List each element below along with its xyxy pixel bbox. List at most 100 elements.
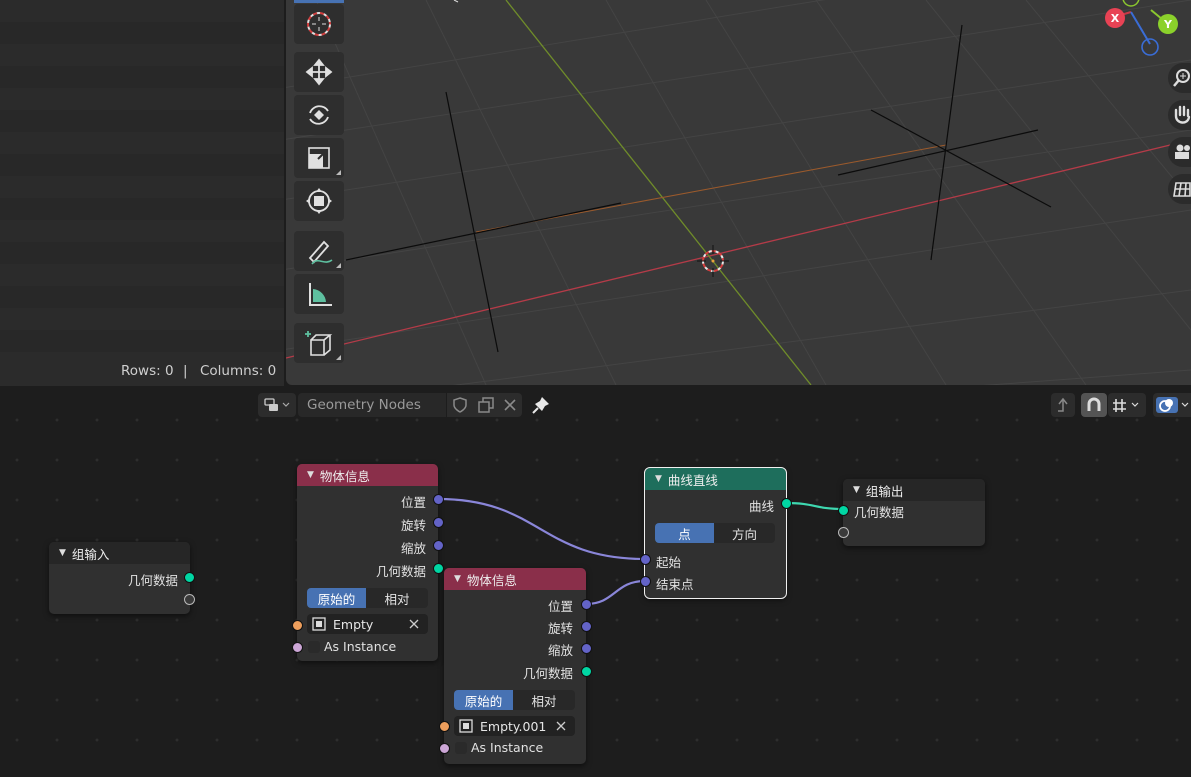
rotate-icon [309, 105, 329, 125]
clear-field-icon[interactable] [408, 618, 420, 630]
node-title: 组输入 [71, 546, 110, 562]
output-socket-scale[interactable] [433, 540, 444, 551]
mode-original-button[interactable]: 原始的 [454, 690, 513, 710]
camera-view-button[interactable] [1168, 137, 1191, 167]
node-group-input[interactable]: ▼ 组输入 几何数据 [49, 542, 195, 614]
camera-icon [1175, 144, 1190, 159]
object-field[interactable]: Empty [307, 614, 428, 634]
input-socket-object[interactable] [439, 721, 450, 732]
as-instance-label: As Instance [324, 639, 397, 654]
zoom-button[interactable] [1168, 63, 1191, 93]
status-separator: | [183, 363, 188, 379]
output-socket-curve[interactable] [781, 498, 792, 509]
socket-label-geometry: 几何数据 [522, 666, 573, 681]
socket-label-rotation: 旋转 [400, 518, 426, 533]
node-title: 曲线直线 [667, 472, 718, 488]
socket-label-geometry: 几何数据 [127, 573, 178, 588]
node-editor[interactable]: Geometry Nodes ▼ 组输入 几何数据 ▼ 物体信息 位置 旋转 缩… [0, 388, 1191, 777]
socket-label-location: 位置 [547, 599, 573, 614]
collapse-chevron-icon[interactable]: ▼ [454, 574, 461, 584]
socket-label-scale: 缩放 [400, 541, 426, 556]
output-socket-scale[interactable] [581, 643, 592, 654]
input-socket-object[interactable] [292, 620, 303, 631]
columns-count: Columns: 0 [200, 363, 277, 379]
collapse-chevron-icon[interactable]: ▼ [59, 548, 66, 558]
input-socket-geometry[interactable] [838, 505, 849, 516]
object-field[interactable]: Empty.001 [454, 716, 575, 736]
gizmo-x-button[interactable]: X [1105, 8, 1125, 28]
add-cube-icon [305, 331, 333, 356]
viewport-grid [286, 0, 1191, 385]
tool-move[interactable] [294, 52, 344, 92]
node-title: 物体信息 [466, 572, 517, 588]
y-axis-line [505, 0, 812, 385]
node-title: 物体信息 [319, 468, 370, 484]
mode-relative-button[interactable]: 相对 [366, 588, 428, 608]
transform-space-toggle: 原始的 相对 [307, 588, 428, 608]
as-instance-label: As Instance [471, 740, 544, 755]
tool-transform[interactable] [294, 181, 344, 221]
node-group-output[interactable]: ▼ 组输出 几何数据 [838, 479, 985, 546]
transform-icon [306, 188, 332, 214]
measure-icon [309, 283, 332, 306]
output-socket-location[interactable] [433, 494, 444, 505]
socket-label-location: 位置 [400, 495, 426, 510]
input-socket-as-instance[interactable] [292, 642, 303, 653]
output-socket-location[interactable] [581, 599, 592, 610]
output-socket-geometry[interactable] [433, 563, 444, 574]
socket-label-end: 结束点 [656, 577, 694, 592]
gizmo-y-button[interactable]: Y [1158, 14, 1178, 34]
object-icon [312, 617, 326, 631]
collapse-chevron-icon[interactable]: ▼ [853, 485, 860, 495]
node-object-info-1[interactable]: ▼ 物体信息 位置 旋转 缩放 几何数据 原始的 相对 Empty As Ins… [292, 464, 444, 661]
tool-annotate[interactable] [294, 231, 344, 271]
3d-viewport[interactable]: X Y [286, 0, 1191, 385]
tool-scale[interactable] [294, 138, 344, 178]
output-socket-geometry[interactable] [184, 572, 195, 583]
gizmo-x-label: X [1110, 11, 1120, 25]
cursor-icon [307, 12, 331, 36]
object-icon [459, 719, 473, 733]
hand-icon [1174, 105, 1191, 124]
mode-direction-button[interactable]: 方向 [714, 523, 775, 543]
collapse-chevron-icon[interactable]: ▼ [655, 474, 662, 484]
input-socket-start[interactable] [640, 554, 651, 565]
zoom-icon [1173, 69, 1190, 87]
as-instance-checkbox[interactable] [308, 641, 320, 653]
socket-label-curve: 曲线 [748, 499, 774, 514]
output-socket-geometry[interactable] [581, 666, 592, 677]
transform-space-toggle: 原始的 相对 [454, 690, 575, 710]
as-instance-checkbox[interactable] [455, 742, 467, 754]
socket-label-rotation: 旋转 [547, 621, 573, 636]
toggle-view-button[interactable] [1168, 174, 1191, 204]
output-socket-empty[interactable] [184, 594, 195, 605]
move-icon [305, 58, 333, 86]
rows-count: Rows: 0 [121, 363, 174, 379]
mode-points-button[interactable]: 点 [655, 523, 714, 543]
3d-cursor-icon [697, 245, 729, 277]
pan-button[interactable] [1168, 100, 1191, 130]
input-socket-empty[interactable] [838, 527, 849, 538]
clear-field-icon[interactable] [555, 720, 567, 732]
grid-icon [1173, 182, 1191, 197]
tool-cursor[interactable] [294, 4, 344, 44]
tool-add-cube[interactable] [294, 323, 344, 363]
mode-original-button[interactable]: 原始的 [307, 588, 366, 608]
tool-measure[interactable] [294, 274, 344, 314]
output-socket-rotation[interactable] [581, 621, 592, 632]
node-object-info-2[interactable]: ▼ 物体信息 位置 旋转 缩放 几何数据 原始的 相对 Empty.001 As… [439, 568, 592, 764]
mode-relative-button[interactable]: 相对 [513, 690, 575, 710]
gizmo-y-label: Y [1164, 17, 1172, 31]
socket-label-geometry: 几何数据 [375, 564, 426, 579]
output-socket-rotation[interactable] [433, 517, 444, 528]
socket-label-start: 起始 [656, 555, 682, 570]
node-title: 组输出 [865, 483, 904, 499]
input-socket-end[interactable] [640, 576, 651, 587]
node-curve-line[interactable]: ▼ 曲线直线 曲线 点 方向 起始 结束点 [640, 467, 792, 599]
input-socket-as-instance[interactable] [439, 743, 450, 754]
collapse-chevron-icon[interactable]: ▼ [307, 470, 314, 480]
tool-rotate[interactable] [294, 95, 344, 135]
active-tool-indicator [294, 0, 344, 3]
object-name: Empty.001 [480, 718, 547, 734]
spreadsheet-status-bar: Rows: 0 | Columns: 0 [0, 356, 284, 386]
